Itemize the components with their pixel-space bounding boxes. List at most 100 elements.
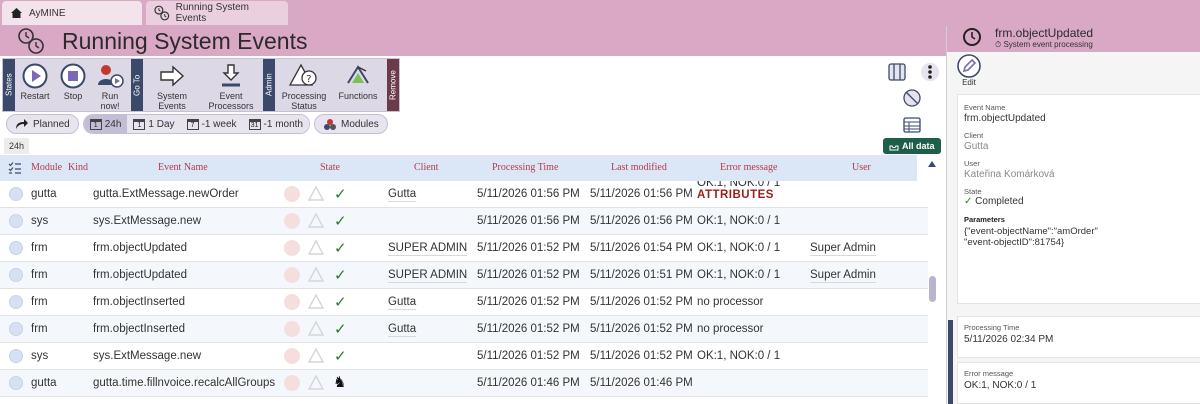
col-module[interactable]: Module bbox=[31, 162, 62, 173]
tab-aymine[interactable]: AyMINE bbox=[2, 1, 142, 25]
stop-icon[interactable] bbox=[284, 186, 300, 202]
toolbar: States Restart Stop Run now! Go To Syste… bbox=[2, 58, 400, 112]
row-select-dot[interactable] bbox=[9, 295, 23, 309]
restart-button[interactable]: Restart bbox=[15, 59, 55, 111]
all-data-button[interactable]: All data bbox=[883, 138, 941, 154]
grid-scrollbar-thumb[interactable] bbox=[929, 276, 936, 302]
stop-icon[interactable] bbox=[284, 267, 300, 283]
cell-event-name: frm.objectUpdated bbox=[93, 269, 187, 281]
col-kind[interactable]: Kind bbox=[68, 162, 88, 173]
remove-tab[interactable]: Remove bbox=[387, 59, 399, 111]
sort-up-icon[interactable] bbox=[927, 160, 937, 168]
warning-icon[interactable] bbox=[306, 211, 326, 231]
table-row[interactable]: sys sys.ExtMessage.new ✓ 5/11/2026 01:56 PM… bbox=[0, 208, 928, 235]
state-value: ✓ Completed bbox=[964, 196, 1024, 207]
calendar-icon: 7 bbox=[186, 118, 199, 130]
states-tab[interactable]: States bbox=[3, 59, 15, 111]
event-name-value: frm.objectUpdated bbox=[964, 113, 1046, 124]
cell-module: sys bbox=[31, 215, 49, 227]
home-icon bbox=[11, 8, 22, 18]
forward-arrow-icon bbox=[16, 119, 28, 129]
table-row[interactable]: gutta gutta.ExtMessage.newOrder ✓ Gutta 5/11… bbox=[0, 181, 928, 208]
cell-event-name: sys.ExtMessage.new bbox=[93, 350, 202, 362]
goto-tab[interactable]: Go To bbox=[131, 59, 143, 111]
stop-icon[interactable] bbox=[284, 348, 300, 364]
event-processors-button[interactable]: Event Processors bbox=[201, 59, 261, 111]
cell-error-message: OK:1, NOK:0 / 1 bbox=[697, 181, 781, 189]
warning-icon[interactable] bbox=[306, 292, 326, 312]
arrow-right-icon bbox=[160, 65, 185, 87]
stop-icon[interactable] bbox=[284, 240, 300, 256]
warning-icon[interactable] bbox=[306, 346, 326, 366]
warning-icon[interactable] bbox=[306, 238, 326, 258]
cell-client: SUPER ADMIN bbox=[388, 269, 468, 283]
row-select-dot[interactable] bbox=[9, 241, 23, 255]
error-message-value: OK:1, NOK:0 / 1 bbox=[964, 380, 1037, 391]
processing-status-button[interactable]: ? Processing Status bbox=[275, 59, 333, 111]
filter-1-week[interactable]: 7 -1 week bbox=[180, 115, 243, 133]
stop-icon[interactable] bbox=[284, 294, 300, 310]
col-event-name[interactable]: Event Name bbox=[158, 162, 208, 173]
edit-button[interactable]: Edit bbox=[955, 54, 983, 88]
detail-panel: frm.objectUpdated ⏱ System event process… bbox=[946, 26, 1200, 404]
run-now-button[interactable]: Run now! bbox=[91, 59, 129, 111]
row-select-dot[interactable] bbox=[9, 268, 23, 282]
table-row[interactable]: frm frm.objectUpdated ✓ SUPER ADMIN 5/11/202… bbox=[0, 235, 928, 262]
stop-button[interactable]: Stop bbox=[55, 59, 91, 111]
warning-icon[interactable] bbox=[306, 265, 326, 285]
columns-icon[interactable] bbox=[884, 60, 910, 84]
stop-icon[interactable] bbox=[284, 213, 300, 229]
system-events-button[interactable]: System Events bbox=[143, 59, 201, 111]
planned-filter[interactable]: Planned bbox=[6, 114, 79, 134]
cell-module: frm bbox=[31, 242, 48, 254]
row-select-dot[interactable] bbox=[9, 214, 23, 228]
row-select-dot[interactable] bbox=[9, 349, 23, 363]
admin-tab[interactable]: Admin bbox=[263, 59, 275, 111]
table-row[interactable]: gutta gutta.time.fillnvoice.recalcAllGrou… bbox=[0, 370, 928, 397]
play-icon bbox=[22, 63, 48, 89]
cell-client: SUPER ADMIN bbox=[388, 242, 468, 256]
col-error-message[interactable]: Error message bbox=[720, 162, 777, 173]
warning-icon[interactable] bbox=[306, 373, 326, 393]
row-select-dot[interactable] bbox=[9, 187, 23, 201]
row-select-dot[interactable] bbox=[9, 322, 23, 336]
cell-error-detail: ATTRIBUTES bbox=[697, 189, 774, 201]
functions-button[interactable]: Functions bbox=[333, 59, 383, 111]
check-icon: ✓ bbox=[334, 213, 347, 230]
table-row[interactable]: frm frm.objectInserted ✓ Gutta 5/11/2026 01:… bbox=[0, 289, 928, 316]
col-last-modified[interactable]: Last modified bbox=[611, 162, 667, 173]
table-row[interactable]: sys sys.ExtMessage.new ✓ 5/11/2026 01:52 PM… bbox=[0, 343, 928, 370]
col-state[interactable]: State bbox=[320, 162, 340, 173]
col-user[interactable]: User bbox=[852, 162, 871, 173]
warning-icon[interactable] bbox=[306, 184, 326, 204]
horse-icon: ♞ bbox=[333, 374, 347, 391]
active-filter-chip[interactable]: 24h bbox=[4, 138, 30, 154]
filter-24h[interactable]: 1 24h bbox=[83, 115, 128, 133]
functions-icon bbox=[347, 65, 369, 84]
list-check-icon[interactable] bbox=[8, 161, 22, 175]
warning-icon[interactable] bbox=[306, 319, 326, 339]
cell-event-name: frm.objectInserted bbox=[93, 296, 186, 308]
filter-1-day[interactable]: 11 Day bbox=[127, 115, 181, 133]
col-processing-time[interactable]: Processing Time bbox=[492, 162, 558, 173]
more-menu-icon[interactable] bbox=[917, 60, 943, 84]
panel-scrollbar[interactable] bbox=[948, 320, 953, 404]
tab-label: Running System Events bbox=[175, 2, 250, 24]
row-select-dot[interactable] bbox=[9, 376, 23, 390]
col-client[interactable]: Client bbox=[414, 162, 438, 173]
filter-1-month[interactable]: 31 -1 month bbox=[242, 115, 309, 133]
no-filter-icon[interactable] bbox=[899, 86, 925, 110]
tab-running-system-events[interactable]: Running System Events bbox=[146, 1, 288, 25]
table-row[interactable]: frm frm.objectUpdated ✓ SUPER ADMIN 5/11/202… bbox=[0, 262, 928, 289]
modules-filter[interactable]: Modules bbox=[314, 114, 388, 134]
check-icon: ✓ bbox=[334, 294, 347, 311]
modules-icon bbox=[324, 118, 336, 130]
table-view-icon[interactable] bbox=[899, 113, 925, 137]
cell-client: Gutta bbox=[388, 188, 417, 202]
calendar-icon: 1 bbox=[133, 118, 146, 130]
stop-icon[interactable] bbox=[284, 321, 300, 337]
cell-error-message: no processor bbox=[697, 296, 764, 308]
stop-icon[interactable] bbox=[284, 375, 300, 391]
table-row[interactable]: frm frm.objectInserted ✓ Gutta 5/11/2026 01:… bbox=[0, 316, 928, 343]
cell-client: Gutta bbox=[388, 296, 417, 310]
